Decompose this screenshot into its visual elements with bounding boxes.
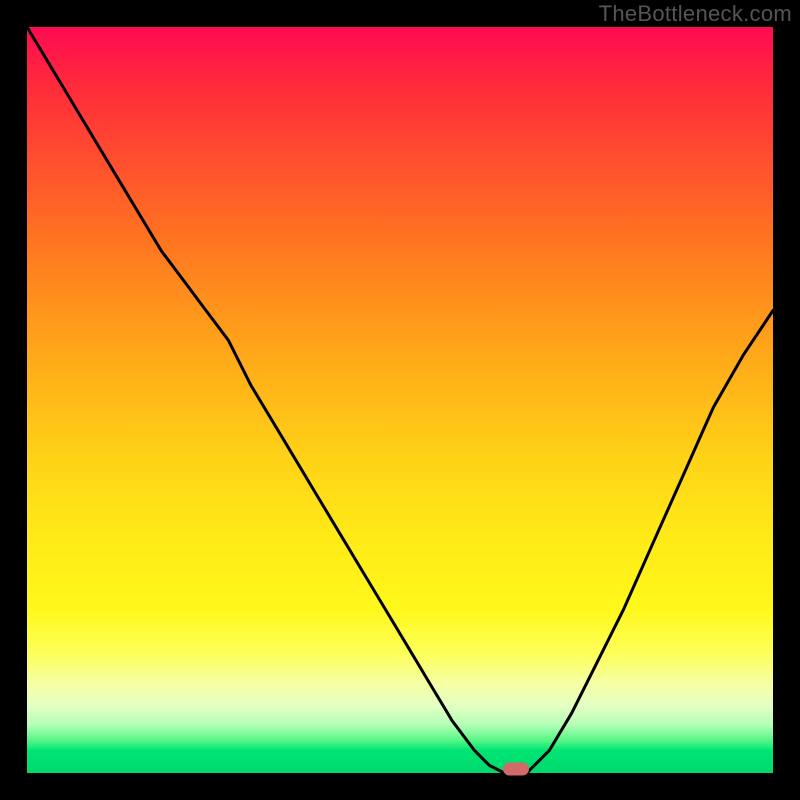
watermark-text: TheBottleneck.com	[599, 1, 792, 27]
bottleneck-curve	[27, 27, 773, 773]
optimal-marker	[503, 763, 529, 776]
plot-area	[27, 27, 773, 773]
chart-frame: TheBottleneck.com	[0, 0, 800, 800]
